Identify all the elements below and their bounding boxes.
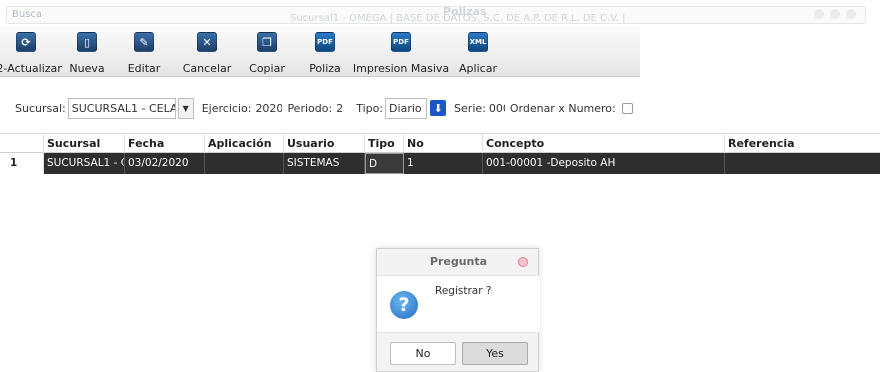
yes-button[interactable]: Yes xyxy=(462,342,528,365)
impresion-masiva-label: Impresion Masiva xyxy=(352,62,450,75)
copiar-label: Copiar xyxy=(249,62,285,75)
confirm-dialog: Pregunta ? Registrar ? No Yes xyxy=(376,248,540,372)
poliza-label: Poliza xyxy=(309,62,341,75)
no-button[interactable]: No xyxy=(390,342,456,365)
column-header-aplicacion[interactable]: Aplicación xyxy=(205,134,284,154)
background-window-buttons xyxy=(814,9,856,19)
pdf-icon: PDF xyxy=(391,32,411,52)
column-header-no[interactable]: No xyxy=(404,134,483,154)
xml-icon: XML xyxy=(468,32,488,52)
copy-icon: ❐ xyxy=(257,32,277,52)
nueva-button[interactable]: ▯ Nueva xyxy=(58,27,116,77)
background-search-label: Busca xyxy=(12,9,43,20)
cell-concepto[interactable]: 001-00001 -Deposito AH xyxy=(483,153,725,174)
ejercicio-field[interactable]: 2020 xyxy=(251,97,284,119)
grid-header: Sucursal Fecha Aplicación Usuario Tipo N… xyxy=(0,133,880,154)
periodo-field[interactable]: 2 xyxy=(332,97,349,119)
cell-no[interactable]: 1 xyxy=(404,153,483,174)
refresh-icon: ⟳ xyxy=(16,32,36,52)
cell-usuario[interactable]: SISTEMAS xyxy=(284,153,365,174)
column-header-referencia[interactable]: Referencia xyxy=(725,134,880,154)
dialog-title: Pregunta xyxy=(429,255,488,268)
serie-field[interactable]: 000 xyxy=(485,97,506,119)
cell-referencia[interactable] xyxy=(725,153,880,174)
column-header-concepto[interactable]: Concepto xyxy=(483,134,725,154)
dialog-body: ? Registrar ? xyxy=(377,275,540,333)
toolbar: ⟳ F2-Actualizar ▯ Nueva ✎ Editar ✕ Cance… xyxy=(0,27,640,77)
sucursal-label: Sucursal: xyxy=(15,101,66,115)
actualizar-button[interactable]: ⟳ F2-Actualizar xyxy=(0,27,62,77)
periodo-label: Periodo: xyxy=(287,101,333,115)
column-header-usuario[interactable]: Usuario xyxy=(284,134,365,154)
arrow-down-icon[interactable]: ⬇ xyxy=(430,100,447,116)
edit-icon: ✎ xyxy=(134,32,154,52)
window-title: Polizas xyxy=(443,5,487,18)
impresion-masiva-button[interactable]: PDF Impresion Masiva xyxy=(353,27,449,77)
actualizar-label: F2-Actualizar xyxy=(0,62,62,75)
tipo-label: Tipo: xyxy=(356,101,384,115)
cell-aplicacion[interactable] xyxy=(205,153,284,174)
question-icon: ? xyxy=(390,291,418,319)
row-number: 1 xyxy=(0,153,44,174)
aplicar-button[interactable]: XML Aplicar xyxy=(453,27,503,77)
column-header-tipo[interactable]: Tipo xyxy=(365,134,404,154)
sucursal-select[interactable]: SUCURSAL1 - CELAYA xyxy=(67,97,176,119)
ejercicio-label: Ejercicio: xyxy=(201,101,252,115)
dialog-message: Registrar ? xyxy=(435,285,492,297)
filter-bar: Sucursal: SUCURSAL1 - CELAYA ▼ Ejercicio… xyxy=(0,96,640,120)
cancelar-button[interactable]: ✕ Cancelar xyxy=(177,27,237,77)
table-row[interactable]: 1 SUCURSAL1 - CE 03/02/2020 SISTEMAS D 1… xyxy=(0,153,880,174)
serie-label: Serie: xyxy=(454,101,486,115)
editar-button[interactable]: ✎ Editar xyxy=(119,27,169,77)
nueva-label: Nueva xyxy=(69,62,105,75)
cell-tipo[interactable]: D xyxy=(365,153,404,174)
new-document-icon: ▯ xyxy=(77,32,97,52)
ordenar-label: Ordenar x Numero: xyxy=(509,101,616,115)
editar-label: Editar xyxy=(127,62,161,75)
cell-sucursal[interactable]: SUCURSAL1 - CE xyxy=(44,153,125,174)
chevron-down-icon[interactable]: ▼ xyxy=(177,97,194,119)
ordenar-checkbox[interactable] xyxy=(621,102,633,114)
cell-fecha[interactable]: 03/02/2020 xyxy=(125,153,205,174)
cancel-icon: ✕ xyxy=(197,32,217,52)
poliza-button[interactable]: PDF Poliza xyxy=(299,27,351,77)
copiar-button[interactable]: ❐ Copiar xyxy=(241,27,293,77)
pdf-icon: PDF xyxy=(315,32,335,52)
column-header-sucursal[interactable]: Sucursal xyxy=(44,134,125,154)
row-number-header xyxy=(0,134,44,154)
aplicar-label: Aplicar xyxy=(459,62,497,75)
tipo-select[interactable]: Diario xyxy=(385,97,428,119)
column-header-fecha[interactable]: Fecha xyxy=(125,134,205,154)
cancelar-label: Cancelar xyxy=(182,62,232,75)
close-icon[interactable] xyxy=(518,257,528,267)
